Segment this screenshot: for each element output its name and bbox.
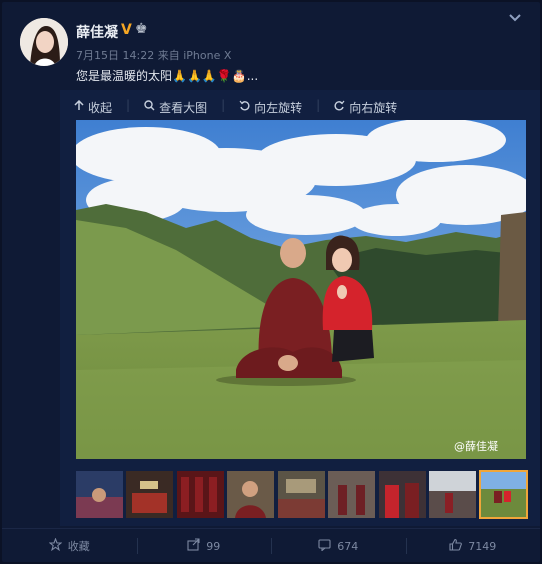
star-icon bbox=[48, 537, 63, 554]
toolbar-divider: | bbox=[221, 98, 226, 112]
share-icon bbox=[187, 538, 200, 554]
post-actions: 收藏 99 674 7149 bbox=[2, 528, 540, 563]
favorite-label: 收藏 bbox=[67, 540, 90, 553]
thumbnail-strip bbox=[76, 470, 528, 519]
rotate-left-button[interactable]: 向左旋转 bbox=[239, 98, 302, 116]
rotate-left-label: 向左旋转 bbox=[254, 100, 303, 115]
rotate-right-icon bbox=[334, 100, 345, 114]
thumbnail-8[interactable] bbox=[429, 471, 476, 518]
thumbs-up-icon bbox=[449, 538, 463, 554]
favorite-button[interactable]: 收藏 bbox=[2, 529, 137, 563]
thumbnail-4[interactable] bbox=[227, 471, 274, 518]
toolbar-divider: | bbox=[316, 98, 321, 112]
photo-watermark: @薛佳凝 bbox=[454, 439, 498, 453]
collapse-icon bbox=[74, 99, 84, 114]
main-photo[interactable]: @薛佳凝 bbox=[76, 120, 526, 459]
user-avatar[interactable] bbox=[20, 18, 68, 66]
toolbar-divider: | bbox=[126, 98, 131, 112]
view-large-label: 查看大图 bbox=[159, 100, 208, 115]
thumbnail-2[interactable] bbox=[126, 471, 173, 518]
crown-icon: ♚ bbox=[135, 21, 148, 37]
post-date[interactable]: 7月15日 14:22 bbox=[76, 49, 154, 62]
weibo-post-card: 薛佳凝 V ♚ 7月15日 14:22 来自 iPhone X 您是最温暖的太阳… bbox=[2, 2, 540, 562]
post-text: 您是最温暖的太阳🙏🙏🙏🌹🎂... bbox=[76, 69, 259, 83]
repost-count: 99 bbox=[206, 539, 221, 553]
thumbnail-9-selected[interactable] bbox=[479, 470, 528, 519]
like-button[interactable]: 7149 bbox=[405, 529, 541, 563]
search-icon bbox=[144, 100, 155, 114]
user-name[interactable]: 薛佳凝 bbox=[76, 22, 118, 42]
rotate-right-button[interactable]: 向右旋转 bbox=[334, 98, 397, 116]
photo-image: @薛佳凝 bbox=[76, 120, 526, 459]
rotate-left-icon bbox=[239, 100, 250, 114]
thumbnail-5[interactable] bbox=[278, 471, 325, 518]
comment-icon bbox=[318, 538, 331, 554]
thumbnail-7[interactable] bbox=[379, 471, 426, 518]
avatar-image bbox=[20, 18, 68, 66]
collapse-button[interactable]: 收起 bbox=[74, 98, 112, 116]
verified-badge-icon: V bbox=[121, 22, 132, 38]
post-meta: 7月15日 14:22 来自 iPhone X bbox=[76, 47, 231, 63]
view-large-button[interactable]: 查看大图 bbox=[144, 98, 207, 116]
like-count: 7149 bbox=[468, 539, 497, 553]
post-source[interactable]: iPhone X bbox=[183, 49, 231, 62]
collapse-label: 收起 bbox=[88, 100, 113, 115]
source-prefix: 来自 bbox=[157, 49, 180, 62]
rotate-right-label: 向右旋转 bbox=[349, 100, 398, 115]
chevron-down-icon[interactable] bbox=[508, 12, 522, 27]
media-toolbar: 收起 | 查看大图 | 向左旋转 | 向右旋转 bbox=[74, 98, 397, 116]
media-panel: 收起 | 查看大图 | 向左旋转 | 向右旋转 @薛佳凝 bbox=[60, 90, 540, 526]
comment-count: 674 bbox=[337, 539, 359, 553]
comment-button[interactable]: 674 bbox=[271, 529, 406, 563]
thumbnail-1[interactable] bbox=[76, 471, 123, 518]
repost-button[interactable]: 99 bbox=[136, 529, 272, 563]
thumbnail-6[interactable] bbox=[328, 471, 375, 518]
thumbnail-3[interactable] bbox=[177, 471, 224, 518]
